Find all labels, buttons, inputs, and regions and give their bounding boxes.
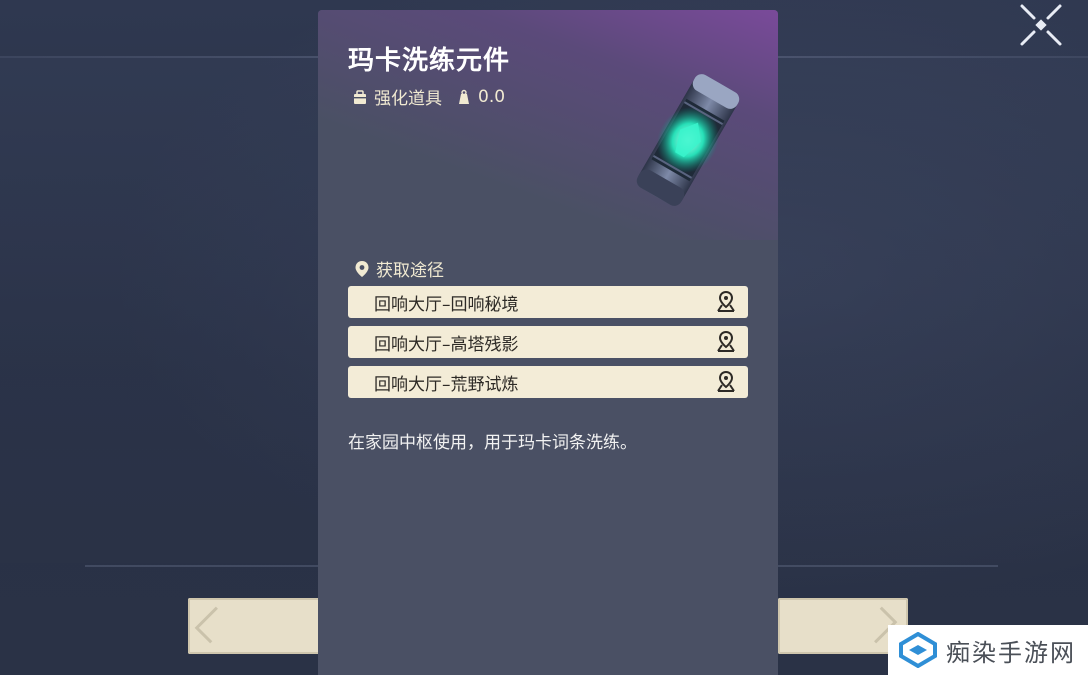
item-image — [636, 74, 740, 206]
background-right-panel — [778, 58, 1088, 563]
item-weight: 0.0 — [478, 86, 506, 107]
close-button[interactable] — [1016, 0, 1066, 50]
route-label: 回响大厅–荒野试炼 — [374, 374, 519, 395]
watermark: 痴染手游网 — [888, 625, 1088, 675]
map-navigate-icon — [717, 330, 735, 352]
item-category: 强化道具 — [374, 89, 442, 109]
map-navigate-icon — [717, 290, 735, 312]
bag-icon — [354, 89, 366, 104]
route-label: 回响大厅–高塔残影 — [374, 334, 519, 355]
item-detail-card: 玛卡洗练元件 强化道具 0.0 获取途径 回响大厅–回响秘境 回响大厅–高塔残影… — [318, 10, 778, 675]
background-button-left[interactable] — [188, 598, 322, 654]
location-pin-icon — [355, 260, 369, 277]
route-item-3[interactable]: 回响大厅–荒野试炼 — [348, 366, 748, 398]
watermark-text: 痴染手游网 — [946, 638, 1076, 667]
obtain-section-heading: 获取途径 — [354, 256, 444, 281]
route-item-2[interactable]: 回响大厅–高塔残影 — [348, 326, 748, 358]
item-meta: 强化道具 0.0 — [352, 84, 505, 109]
close-x-icon — [1020, 4, 1062, 46]
item-description: 在家园中枢使用，用于玛卡词条洗练。 — [348, 433, 637, 453]
route-label: 回响大厅–回响秘境 — [374, 294, 519, 315]
background-left-panel — [0, 58, 320, 563]
watermark-logo-icon — [899, 632, 937, 668]
chevron-left-icon — [194, 606, 232, 644]
weight-icon — [459, 89, 469, 104]
map-navigate-icon — [717, 370, 735, 392]
route-item-1[interactable]: 回响大厅–回响秘境 — [348, 286, 748, 318]
obtain-heading-text: 获取途径 — [376, 261, 444, 281]
item-name: 玛卡洗练元件 — [348, 46, 511, 76]
